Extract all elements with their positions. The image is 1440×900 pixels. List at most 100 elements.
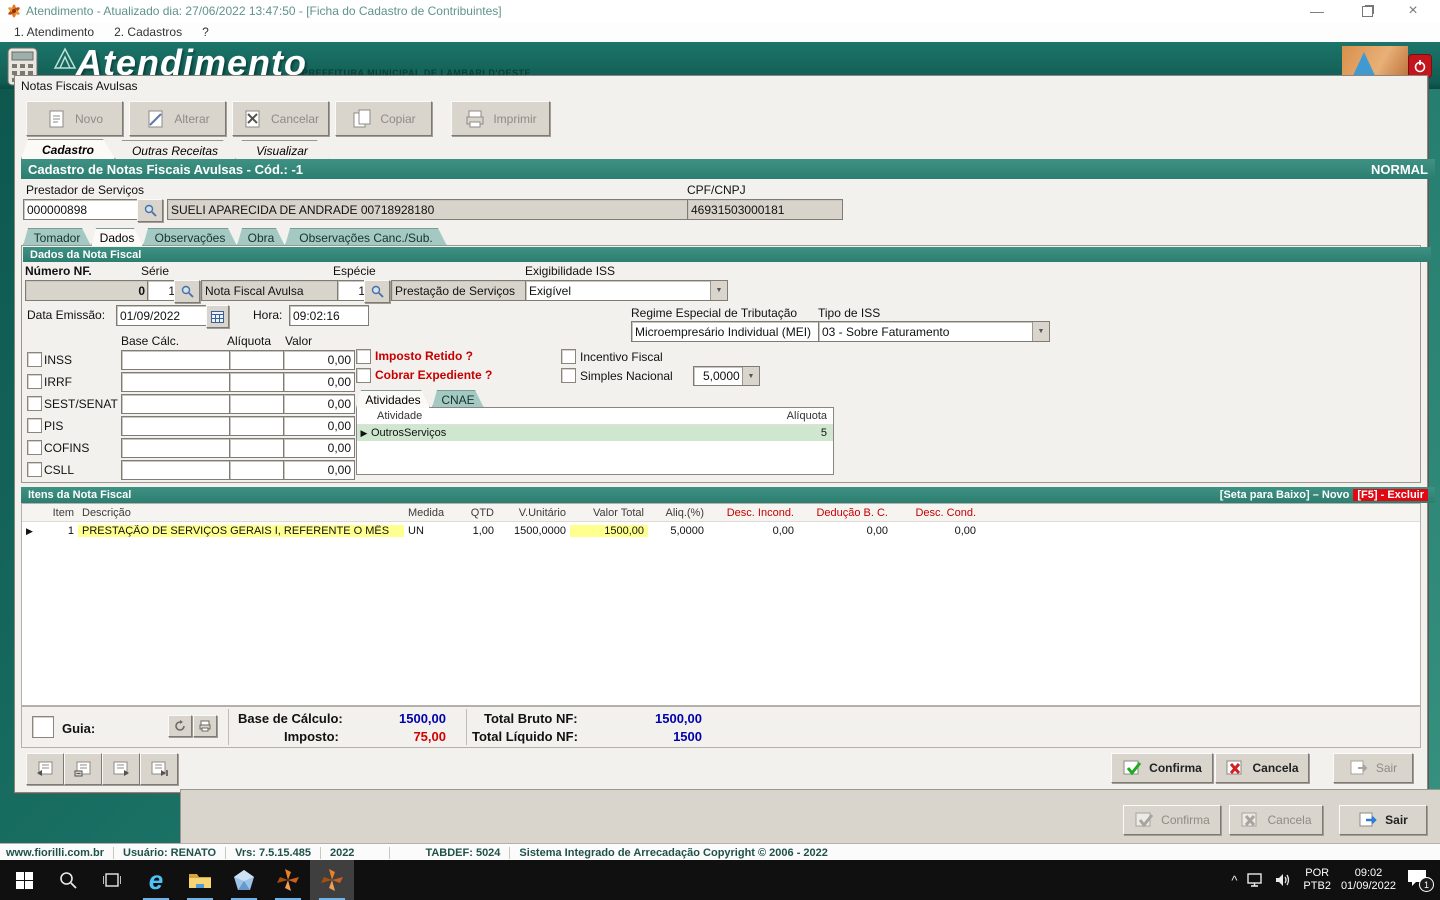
tab-tomador[interactable]: Tomador [23,228,91,246]
taskbar-fiorilli2-button-active[interactable] [310,860,354,900]
restore-button[interactable] [1344,0,1390,22]
nav-first-button[interactable] [26,753,64,785]
guia-refresh-button[interactable] [168,715,192,737]
task-view-button[interactable] [90,860,134,900]
minimize-button[interactable]: — [1294,0,1340,22]
divider [320,847,321,859]
taskbar-fiorilli1-button[interactable] [266,860,310,900]
serie-search-button[interactable] [174,280,200,303]
cobrar-expediente-checkbox[interactable] [356,368,371,383]
pis-valor-input[interactable]: 0,00 [283,416,355,436]
nav-last-button[interactable] [140,753,178,785]
tab-cnae[interactable]: CNAE [432,390,484,408]
prestador-code-input[interactable]: 000000898 [23,199,141,220]
item-row[interactable]: ▶ 1 PRESTAÇÃO DE SERVIÇOS GERAIS I, REFE… [22,522,1420,540]
tab-atividades[interactable]: Atividades [356,390,430,408]
menu-cadastros[interactable]: 2. Cadastros [108,24,188,40]
fiorilli-pinwheel-icon [320,868,344,892]
copiar-button[interactable]: Copiar [335,101,432,136]
irrf-base-input[interactable] [121,372,233,392]
simples-aliquota-select[interactable]: 5,0000 ▼ [693,366,760,386]
tipo-iss-select[interactable]: 03 - Sobre Faturamento ▼ [818,321,1050,342]
cofins-valor-input[interactable]: 0,00 [283,438,355,458]
taskbar-search-button[interactable] [46,860,90,900]
pis-base-input[interactable] [121,416,233,436]
incentivo-checkbox[interactable] [561,349,576,364]
cofins-checkbox[interactable] [27,440,42,455]
confirm-check-icon [1122,760,1142,777]
alterar-button[interactable]: Alterar [129,101,226,136]
nav-next-button[interactable] [102,753,140,785]
tray-language[interactable]: POR PTB2 [1303,867,1331,893]
menu-help[interactable]: ? [196,24,215,40]
csll-checkbox[interactable] [27,462,42,477]
data-emissao-input[interactable]: 01/09/2022 [116,305,212,326]
tab-cadastro[interactable]: Cadastro [21,139,115,159]
sest-checkbox[interactable] [27,396,42,411]
sest-base-input[interactable] [121,394,233,414]
inss-valor-input[interactable]: 0,00 [283,350,355,370]
inss-aliq-input[interactable] [229,350,287,370]
pis-aliq-input[interactable] [229,416,287,436]
imprimir-button[interactable]: Imprimir [451,101,550,136]
row-pointer-icon: ▶ [357,428,371,439]
simples-label: Simples Nacional [580,369,673,383]
inss-checkbox[interactable] [27,352,42,367]
tab-outras-receitas[interactable]: Outras Receitas [115,140,235,160]
outer-sair-button[interactable]: Sair [1339,805,1427,835]
speaker-icon[interactable] [1275,873,1293,887]
confirma-button[interactable]: Confirma [1111,753,1213,783]
prestador-search-button[interactable] [137,199,163,222]
tray-clock[interactable]: 09:02 01/09/2022 [1341,867,1396,893]
menubar: 1. Atendimento 2. Cadastros ? [0,22,1440,43]
novo-button[interactable]: Novo [26,101,123,136]
imposto-retido-checkbox[interactable] [356,349,371,364]
sair-button-disabled[interactable]: Sair [1333,753,1413,783]
network-icon[interactable] [1247,873,1265,887]
pis-checkbox[interactable] [27,418,42,433]
especie-search-button[interactable] [364,280,390,303]
csll-aliq-input[interactable] [229,460,287,480]
irrf-checkbox[interactable] [27,374,42,389]
simples-checkbox[interactable] [561,368,576,383]
status-tabdef: TABDEF: 5024 [425,847,500,859]
prestador-name-field: SUELI APARECIDA DE ANDRADE 00718928180 [167,199,703,220]
csll-valor-input[interactable]: 0,00 [283,460,355,480]
col-deducao: Dedução B. C. [798,507,892,519]
taskbar-app-blue-button[interactable] [222,860,266,900]
inss-base-input[interactable] [121,350,233,370]
atividade-row[interactable]: ▶ OutrosServiços 5 [357,425,833,441]
calendar-button[interactable] [206,305,229,328]
cancelar-button[interactable]: Cancelar [232,101,329,136]
notification-center-button[interactable]: 1 [1406,868,1432,892]
tab-visualizar[interactable]: Visualizar [235,140,329,160]
exigibilidade-select[interactable]: Exigível ▼ [525,280,728,301]
sest-aliq-input[interactable] [229,394,287,414]
aliquota-col-label: Alíquota [227,334,271,348]
cofins-aliq-input[interactable] [229,438,287,458]
outer-confirma-button[interactable]: Confirma [1123,805,1221,835]
guia-print-button[interactable] [193,715,217,737]
start-button[interactable] [2,860,46,900]
atividades-table: Atividade Alíquota ▶ OutrosServiços 5 [356,407,834,475]
tab-observacoes[interactable]: Observações [143,228,237,246]
guia-checkbox[interactable] [32,716,54,738]
irrf-aliq-input[interactable] [229,372,287,392]
tab-dados[interactable]: Dados [91,228,143,246]
cancela-button[interactable]: Cancela [1215,753,1309,783]
irrf-valor-input[interactable]: 0,00 [283,372,355,392]
nav-prev-button[interactable] [64,753,102,785]
close-button[interactable]: × [1390,0,1436,22]
search-icon [181,285,194,298]
taskbar-explorer-button[interactable] [178,860,222,900]
tab-obs-canc[interactable]: Observações Canc./Sub. [285,228,447,246]
cofins-base-input[interactable] [121,438,233,458]
tray-chevron-up[interactable]: ^ [1231,873,1237,888]
taskbar-ie-button[interactable]: e [134,860,178,900]
sest-valor-input[interactable]: 0,00 [283,394,355,414]
hora-input[interactable]: 09:02:16 [289,305,369,326]
menu-atendimento[interactable]: 1. Atendimento [8,24,100,40]
outer-cancela-button[interactable]: Cancela [1229,805,1323,835]
csll-base-input[interactable] [121,460,233,480]
tab-obra[interactable]: Obra [237,228,285,246]
